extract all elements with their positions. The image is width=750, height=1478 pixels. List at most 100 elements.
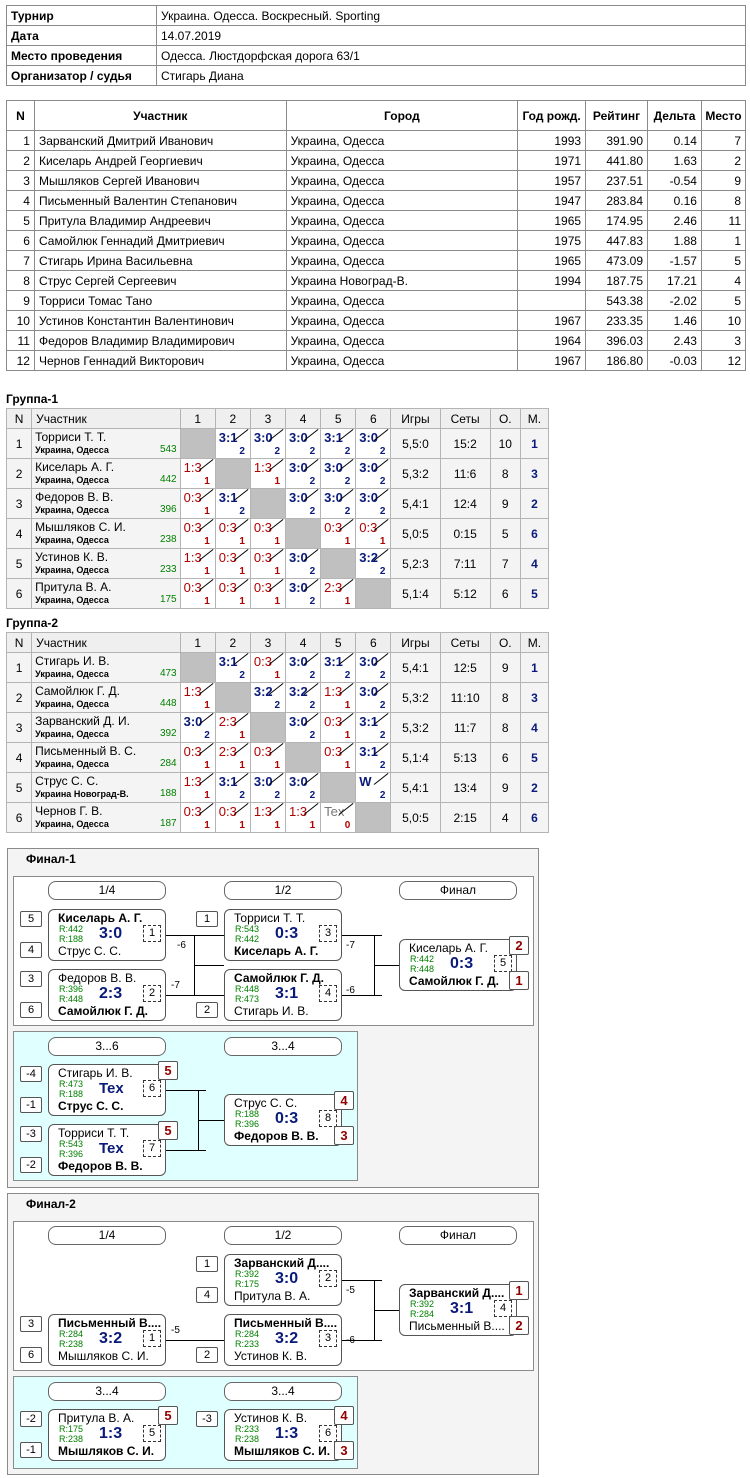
- group-match-points: 1: [239, 566, 245, 577]
- match-rating-1: R:284: [235, 1329, 260, 1339]
- group-player-city-text: Украина, Одесса: [35, 505, 109, 515]
- participant-cell: Украина, Одесса: [285, 310, 519, 331]
- match-rating-1: R:543: [235, 924, 260, 934]
- group-match-points: 2: [344, 476, 351, 487]
- group-column-header: Участник: [31, 408, 181, 429]
- group-column-header: 4: [284, 408, 322, 429]
- participants-column-header: Участник: [33, 100, 287, 131]
- seed-badge: 5: [20, 911, 42, 927]
- participant-cell: Украина, Одесса: [285, 210, 519, 231]
- group-column-header: Игры: [390, 632, 441, 653]
- group-row: 3 Федоров В. В. Украина, Одесса 396 0:3 1 3:1 2…: [5, 488, 550, 519]
- participant-cell: 0.14: [647, 130, 702, 151]
- participant-cell: 0.16: [647, 190, 702, 211]
- match-card[interactable]: Письменный В.... R:284 R:233 3:2 3 Устинов К.…: [224, 1314, 342, 1366]
- group-player-city-text: Украина, Одесса: [35, 669, 109, 679]
- group-score-cell: 0:3 1: [214, 578, 251, 609]
- group-column-header: N: [5, 408, 33, 429]
- participant-cell: 7: [6, 250, 35, 271]
- info-label: Организатор / судья: [6, 65, 157, 86]
- match-card[interactable]: Самойлюк Г. Д. R:448 R:473 3:1 4 Стигарь И. В…: [224, 969, 342, 1021]
- group-score-cell: 3:0 2: [284, 458, 322, 489]
- match-rating-1: R:442: [410, 954, 435, 964]
- group-row-number: 1: [5, 652, 33, 683]
- group-score: 0:3: [183, 490, 202, 505]
- group-sets: 7:11: [439, 548, 491, 579]
- group-match-points: 2: [239, 670, 245, 681]
- group-match-points: 1: [344, 700, 351, 711]
- participant-cell: [517, 290, 587, 311]
- group-header-row: N Участник 1 2 3 4 5 6 Игры Сеты О. М.: [5, 632, 550, 653]
- match-rating-1: R:233: [235, 1424, 260, 1434]
- group-row: 6 Притула В. А. Украина, Одесса 175 0:3 1 0:3 1…: [5, 578, 550, 609]
- match-number: 2: [319, 1270, 337, 1287]
- group-self-cell: [320, 772, 357, 803]
- match-number: 6: [143, 1080, 161, 1097]
- group-match-points: 1: [274, 760, 280, 771]
- participant-cell: Самойлюк Геннадий Дмитриевич: [33, 230, 287, 251]
- participant-cell: 1: [700, 230, 747, 251]
- place-badge: 5: [158, 1121, 178, 1140]
- match-card[interactable]: Устинов К. В. R:233 R:238 1:3 6 Мышляков С. И…: [224, 1409, 342, 1461]
- group-games: 5,0:5: [390, 518, 441, 549]
- match-card[interactable]: Зарванский Д.... R:392 R:284 3:1 4 Письменный…: [399, 1284, 517, 1336]
- match-card[interactable]: Письменный В.... R:284 R:238 3:2 1 Мышляков С…: [48, 1314, 166, 1366]
- group-score-cell: 0:3 1: [249, 742, 287, 773]
- info-label: Турнир: [6, 5, 157, 26]
- seed-badge: -4: [20, 1066, 42, 1082]
- participant-cell: 3: [6, 170, 35, 191]
- group-player-city: Украина, Одесса 396: [35, 504, 177, 516]
- group-match-points: 1: [204, 536, 210, 547]
- participant-cell: 441.80: [585, 150, 649, 171]
- match-card[interactable]: Зарванский Д.... R:392 R:175 3:0 2 Притула В.…: [224, 1254, 342, 1306]
- participant-cell: 1965: [517, 210, 587, 231]
- group-score-cell: 0:3 1: [355, 518, 392, 549]
- seed-badge: 2: [196, 1347, 218, 1363]
- group-row-number: 2: [5, 458, 33, 489]
- match-card[interactable]: Федоров В. В. R:396 R:448 2:3 2 Самойлюк Г. Д…: [48, 969, 166, 1021]
- group-points: 4: [489, 802, 521, 833]
- group-score-cell: 1:3 1: [179, 772, 216, 803]
- match-number: 4: [319, 985, 337, 1002]
- match-card[interactable]: Торриси Т. Т. R:543 R:442 0:3 3 Киселарь А. Г…: [224, 909, 342, 961]
- match-card[interactable]: Струс С. С. R:188 R:396 0:3 8 Федоров В. В.: [224, 1094, 342, 1146]
- match-card[interactable]: Киселарь А. Г. R:442 R:188 3:0 1 Струс С. С.: [48, 909, 166, 961]
- group-player-name: Самойлюк Г. Д.: [35, 684, 120, 698]
- match-card[interactable]: Торриси Т. Т. R:543 R:396 Tex 7 Федоров В. В.: [48, 1124, 166, 1176]
- group-match-points: 2: [379, 566, 386, 577]
- info-row: Место проведения Одесса. Люстдорфская дор…: [6, 45, 746, 66]
- match-rating-2: R:448: [59, 994, 84, 1004]
- group-player-name: Торриси Т. Т.: [35, 430, 107, 444]
- group-score-cell: 0:3 1: [179, 802, 216, 833]
- group-games: 5,4:1: [390, 772, 441, 803]
- group-score-cell: 0:3 1: [179, 742, 216, 773]
- group-row-number: 5: [5, 548, 33, 579]
- match-rating-1: R:284: [59, 1329, 84, 1339]
- group-score-cell: 3:0 2: [284, 488, 322, 519]
- group-place: 3: [519, 682, 550, 713]
- match-card[interactable]: Стигарь И. В. R:473 R:188 Tex 6 Струс С. С.: [48, 1064, 166, 1116]
- participant-cell: Украина, Одесса: [285, 290, 519, 311]
- group-games: 5,5:0: [390, 428, 441, 459]
- group-score-cell: 3:1 2: [214, 652, 251, 683]
- participant-cell: 174.95: [585, 210, 649, 231]
- group-match-points: 1: [204, 820, 210, 831]
- group-row-number: 1: [5, 428, 33, 459]
- match-player-2: Самойлюк Г. Д.: [409, 975, 499, 988]
- group-score: 0:3: [183, 580, 202, 595]
- match-number: 3: [319, 1330, 337, 1347]
- participant-cell: -2.02: [647, 290, 702, 311]
- group-column-header: 6: [355, 632, 392, 653]
- info-value: Стигарь Диана: [156, 65, 746, 86]
- group-self-cell: [249, 712, 287, 743]
- match-card[interactable]: Притула В. А. R:175 R:238 1:3 5 Мышляков С. И…: [48, 1409, 166, 1461]
- match-card[interactable]: Киселарь А. Г. R:442 R:448 0:3 5 Самойлюк Г. …: [399, 939, 517, 991]
- info-row: Организатор / судья Стигарь Диана: [6, 65, 746, 86]
- group-sets: 11:7: [439, 712, 491, 743]
- seed-badge: 6: [20, 1347, 42, 1363]
- group-player-rating: 543: [159, 444, 177, 455]
- group-place: 2: [519, 488, 550, 519]
- group-row-number: 5: [5, 772, 33, 803]
- group-column-header: Сеты: [439, 632, 491, 653]
- group-score-cell: 3:1 2: [355, 712, 392, 743]
